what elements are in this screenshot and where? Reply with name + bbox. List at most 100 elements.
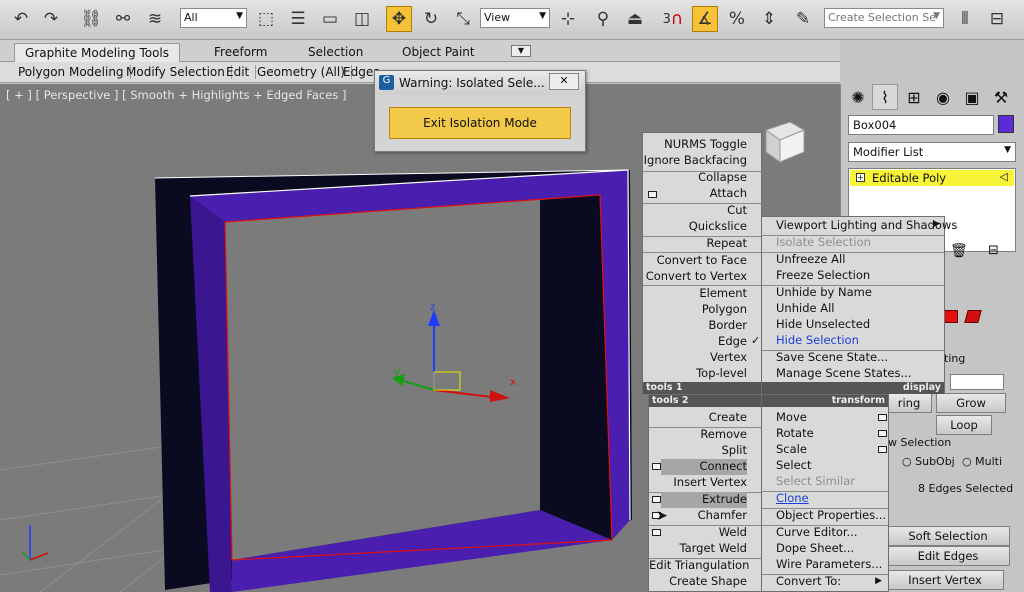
create-tab-icon[interactable]: ✺ xyxy=(845,84,871,110)
panel-modify-selection[interactable]: Modify Selection xyxy=(126,65,232,79)
percent-snap-icon[interactable]: % xyxy=(724,6,750,32)
close-icon[interactable]: ✕ xyxy=(549,73,579,90)
tab-graphite-modeling-tools[interactable]: Graphite Modeling Tools xyxy=(14,43,181,62)
edit-edges-rollout[interactable]: Edit Edges xyxy=(886,546,1010,566)
hierarchy-tab-icon[interactable]: ⊞ xyxy=(901,84,927,110)
settings-box-icon[interactable] xyxy=(878,414,887,421)
angle-snap-icon[interactable]: ∡ xyxy=(692,6,718,32)
menu-top-level[interactable]: Top-level xyxy=(643,366,747,382)
motion-tab-icon[interactable]: ◉ xyxy=(930,84,956,110)
menu-nurms-toggle[interactable]: NURMS Toggle xyxy=(643,137,747,153)
unlink-icon[interactable]: ⚯ xyxy=(110,6,136,32)
object-name-field[interactable]: Box004 xyxy=(848,115,994,135)
menu-select-similar[interactable]: Select Similar xyxy=(776,474,855,490)
tab-freeform[interactable]: Freeform xyxy=(204,43,277,62)
edit-named-selection-icon[interactable]: ✎ xyxy=(790,6,816,32)
menu-clone[interactable]: Clone xyxy=(776,491,809,507)
light-bulb-icon[interactable]: ◁ xyxy=(1000,170,1008,183)
menu-convert-to-vertex[interactable]: Convert to Vertex xyxy=(643,269,747,285)
menu-split[interactable]: Split xyxy=(649,443,748,459)
menu-hide-unselected[interactable]: Hide Unselected xyxy=(776,317,870,333)
menu-create[interactable]: Create xyxy=(649,410,747,426)
menu-vertex[interactable]: Vertex xyxy=(643,350,747,366)
select-move-icon[interactable]: ✥ xyxy=(386,6,412,32)
ref-coord-dropdown[interactable]: View ▼ xyxy=(480,8,550,28)
snaps-toggle-icon[interactable]: 3 ∩ xyxy=(660,6,686,32)
mirror-icon[interactable]: ⫴ xyxy=(952,6,978,32)
pivot-icon[interactable]: ⊹ xyxy=(555,6,581,32)
menu-rotate[interactable]: Rotate xyxy=(776,426,814,442)
settings-box-icon[interactable] xyxy=(878,446,887,453)
ribbon-options-icon[interactable]: ▼ xyxy=(511,45,531,57)
select-object-icon[interactable]: ⬚ xyxy=(253,6,279,32)
configure-modifiers-icon[interactable]: ⊟ xyxy=(988,243,999,258)
menu-isolate-selection[interactable]: Isolate Selection xyxy=(776,235,871,251)
selection-filter-dropdown[interactable]: All ▼ xyxy=(180,8,247,28)
menu-viewport-lighting[interactable]: Viewport Lighting and Shadows xyxy=(776,218,957,234)
align-icon[interactable]: ⊟ xyxy=(984,6,1010,32)
window-crossing-icon[interactable]: ◫ xyxy=(349,6,375,32)
viewcube-icon[interactable] xyxy=(764,121,806,163)
soft-selection-rollout[interactable]: Soft Selection xyxy=(886,526,1010,546)
rect-selection-icon[interactable]: ▭ xyxy=(317,6,343,32)
redo-icon[interactable]: ↷ xyxy=(38,6,64,32)
undo-icon[interactable]: ↶ xyxy=(8,6,34,32)
utilities-tab-icon[interactable]: ⚒ xyxy=(988,84,1014,110)
menu-curve-editor[interactable]: Curve Editor... xyxy=(776,525,858,541)
multi-radio[interactable]: ○ Multi xyxy=(962,455,1002,468)
bind-spacewarp-icon[interactable]: ≋ xyxy=(142,6,168,32)
menu-ignore-backfacing[interactable]: Ignore Backfacing xyxy=(643,153,747,169)
menu-weld[interactable]: Weld xyxy=(649,525,747,541)
loop-button[interactable]: Loop xyxy=(936,415,992,435)
menu-manage-scene-states[interactable]: Manage Scene States... xyxy=(776,366,911,382)
menu-object-properties[interactable]: Object Properties... xyxy=(776,508,886,524)
menu-unhide-by-name[interactable]: Unhide by Name xyxy=(776,285,872,301)
menu-collapse[interactable]: Collapse xyxy=(643,170,747,186)
menu-freeze-selection[interactable]: Freeze Selection xyxy=(776,268,870,284)
select-rotate-icon[interactable]: ↻ xyxy=(418,6,444,32)
menu-target-weld[interactable]: Target Weld xyxy=(649,541,747,557)
spinner-snap-icon[interactable]: ⇕ xyxy=(756,6,782,32)
menu-unhide-all[interactable]: Unhide All xyxy=(776,301,834,317)
menu-element[interactable]: Element xyxy=(643,286,747,302)
display-tab-icon[interactable]: ▣ xyxy=(959,84,985,110)
modify-tab-icon[interactable]: ⌇ xyxy=(872,84,898,110)
menu-connect[interactable]: Connect xyxy=(649,459,747,475)
panel-geometry-all[interactable]: Geometry (All) xyxy=(257,65,352,79)
menu-repeat[interactable]: Repeat xyxy=(643,236,747,252)
exit-isolation-button[interactable]: Exit Isolation Mode xyxy=(389,107,571,139)
menu-attach[interactable]: Attach xyxy=(643,186,747,202)
menu-convert-to[interactable]: Convert To: xyxy=(776,574,841,590)
keyboard-shortcut-icon[interactable]: ⏏ xyxy=(622,6,648,32)
angle-spinner[interactable] xyxy=(950,374,1004,390)
insert-vertex-button[interactable]: Insert Vertex xyxy=(886,570,1004,590)
tab-object-paint[interactable]: Object Paint xyxy=(392,43,485,62)
shrink-button[interactable]: ring xyxy=(886,393,932,413)
grow-button[interactable]: Grow xyxy=(936,393,1006,413)
stack-item-editable-poly[interactable]: + Editable Poly ◁ xyxy=(850,170,1014,186)
menu-border[interactable]: Border xyxy=(643,318,747,334)
menu-cut[interactable]: Cut xyxy=(643,203,747,219)
menu-edge[interactable]: Edge xyxy=(643,334,747,350)
manipulate-icon[interactable]: ⚲ xyxy=(590,6,616,32)
modifier-list-dropdown[interactable]: Modifier List ▼ xyxy=(848,142,1016,162)
menu-wire-parameters[interactable]: Wire Parameters... xyxy=(776,557,882,573)
subobj-radio[interactable]: ○ SubObj xyxy=(902,455,955,468)
polygon-mode-icon[interactable] xyxy=(944,310,958,323)
named-selection-set-input[interactable]: Create Selection Se ▼ xyxy=(824,8,944,28)
menu-select[interactable]: Select xyxy=(776,458,811,474)
menu-quickslice[interactable]: Quickslice xyxy=(643,219,747,235)
panel-polygon-modeling[interactable]: Polygon Modeling xyxy=(18,65,131,79)
menu-unfreeze-all[interactable]: Unfreeze All xyxy=(776,252,845,268)
menu-move[interactable]: Move xyxy=(776,410,807,426)
menu-save-scene-state[interactable]: Save Scene State... xyxy=(776,350,888,366)
menu-dope-sheet[interactable]: Dope Sheet... xyxy=(776,541,854,557)
menu-scale[interactable]: Scale xyxy=(776,442,807,458)
menu-hide-selection[interactable]: Hide Selection xyxy=(776,333,859,349)
remove-modifier-icon[interactable]: 🗑 xyxy=(950,243,968,259)
menu-polygon[interactable]: Polygon xyxy=(643,302,747,318)
viewport-label[interactable]: [ + ] [ Perspective ] [ Smooth + Highlig… xyxy=(6,88,346,102)
select-scale-icon[interactable]: ⤡ xyxy=(450,6,476,32)
link-icon[interactable]: ⛓ xyxy=(78,6,104,32)
menu-extrude[interactable]: Extrude xyxy=(649,492,747,508)
